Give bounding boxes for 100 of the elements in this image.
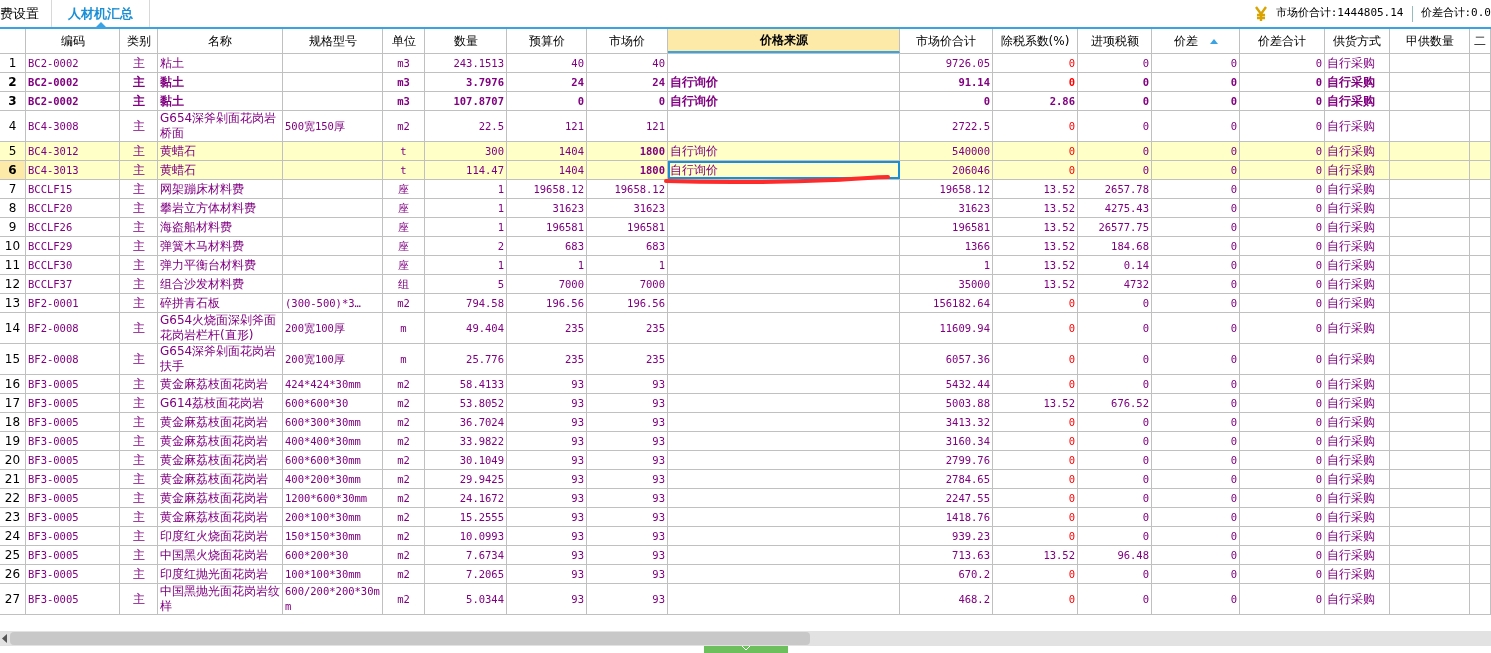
- market-total-cell: 713.63: [952, 547, 990, 563]
- table-row[interactable]: 18 BF3-0005 主 黄金麻荔枝面花岗岩 600*300*30mm m2 36.7024 93 93 3413.32 0 0 0 0 自行采购: [0, 413, 1491, 432]
- market-price-cell: 93: [652, 490, 665, 506]
- diff-total-cell: 0: [1315, 490, 1322, 506]
- category-cell: 主: [132, 118, 145, 134]
- category-cell: 主: [132, 320, 145, 336]
- table-row[interactable]: 23 BF3-0005 主 黄金麻荔枝面花岗岩 200*100*30mm m2 15.2555 93 93 1418.76 0 0 0 0 自行采购: [0, 508, 1491, 527]
- supply-cell: 自行采购: [1327, 320, 1375, 336]
- table-row[interactable]: 20 BF3-0005 主 黄金麻荔枝面花岗岩 600*600*30mm m2 30.1049 93 93 2799.76 0 0 0 0 自行采购: [0, 451, 1491, 470]
- table-row[interactable]: 2 BC2-0002 主 黏土 m3 3.7976 24 24 自行询价 91.14 0 0 0 0 自行采购: [0, 73, 1491, 92]
- scrollbar-thumb[interactable]: [10, 632, 810, 645]
- price-diff-cell: 0: [1230, 414, 1237, 430]
- input-tax-cell: 0: [1142, 376, 1149, 392]
- table-row[interactable]: 17 BF3-0005 主 G614荔枝面花岗岩 600*600*30 m2 53.8052 93 93 5003.88 13.52 676.52 0 0 自行采购: [0, 394, 1491, 413]
- code-cell: BF3-0005: [28, 566, 79, 582]
- name-cell: 黄金麻荔枝面花岗岩: [160, 452, 268, 468]
- name-cell: 黏土: [160, 93, 184, 109]
- price-diff-cell: 0: [1230, 351, 1237, 367]
- table-row[interactable]: 5 BC4-3012 主 黄蜡石 t 300 1404 1800 自行询价 540000 0 0 0 0 自行采购: [0, 142, 1491, 161]
- row-number: 24: [4, 528, 21, 544]
- tax-rate-cell: 0: [1068, 376, 1075, 392]
- table-row[interactable]: 1 BC2-0002 主 粘土 m3 243.1513 40 40 9726.05 0 0 0 0 自行采购: [0, 54, 1491, 73]
- table-row[interactable]: 21 BF3-0005 主 黄金麻荔枝面花岗岩 400*200*30mm m2 29.9425 93 93 2784.65 0 0 0 0 自行采购: [0, 470, 1491, 489]
- supply-cell: 自行采购: [1327, 452, 1375, 468]
- input-tax-cell: 0.14: [1123, 257, 1149, 273]
- quantity-cell: 53.8052: [459, 395, 504, 411]
- diff-total-cell: 0: [1315, 471, 1322, 487]
- table-row[interactable]: 10 BCCLF29 主 弹簧木马材料费 座 2 683 683 1366 13.52 184.68 0 0 自行采购: [0, 237, 1491, 256]
- name-cell-text: G654深斧剁面花岗岩扶手: [160, 344, 278, 374]
- market-total-cell: 2784.65: [945, 471, 990, 487]
- code-cell: BF3-0005: [28, 591, 79, 607]
- panel-toggle[interactable]: [703, 646, 788, 653]
- budget-price-cell: 1404: [558, 143, 584, 159]
- table-row[interactable]: 6 BC4-3013 主 黄蜡石 t 114.47 1404 1800 自行询价 206046 0 0 0 0 自行采购: [0, 161, 1491, 180]
- tax-rate-cell: 13.52: [1043, 238, 1075, 254]
- unit-cell: m2: [397, 509, 410, 525]
- price-diff-cell: 0: [1230, 238, 1237, 254]
- spec-cell: 500宽150厚: [285, 118, 345, 134]
- table-row[interactable]: 24 BF3-0005 主 印度红火烧面花岗岩 150*150*30mm m2 10.0993 93 93 939.23 0 0 0 0 自行采购: [0, 527, 1491, 546]
- input-tax-cell: 0: [1142, 566, 1149, 582]
- diff-total-cell: 0: [1315, 143, 1322, 159]
- code-cell: BC2-0002: [28, 74, 79, 90]
- diff-total-cell: 0: [1315, 452, 1322, 468]
- quantity-cell: 1: [497, 181, 504, 197]
- tab[interactable]: 人材机汇总: [51, 0, 150, 27]
- table-row[interactable]: 27 BF3-0005 主 中国黑抛光面花岗岩纹样 600/200*200*30mm m2 5.0344 93 93 468.2 0 0 0 0 自行采购: [0, 584, 1491, 615]
- budget-price-cell: 235: [565, 351, 584, 367]
- supply-cell: 自行采购: [1327, 490, 1375, 506]
- diff-total-cell: 0: [1315, 162, 1322, 178]
- name-cell: 黄金麻荔枝面花岗岩: [160, 414, 268, 430]
- table-row[interactable]: 26 BF3-0005 主 印度红抛光面花岗岩 100*100*30mm m2 7.2065 93 93 670.2 0 0 0 0 自行采购: [0, 565, 1491, 584]
- table-row[interactable]: 7 BCCLF15 主 网架蹦床材料费 座 1 19658.12 19658.12 19658.12 13.52 2657.78 0 0 自行采购: [0, 180, 1491, 199]
- table-row[interactable]: 11 BCCLF30 主 弹力平衡台材料费 座 1 1 1 1 13.52 0.14 0 0 自行采购: [0, 256, 1491, 275]
- market-price-cell: 93: [652, 509, 665, 525]
- category-cell: 主: [132, 414, 145, 430]
- column-header[interactable]: 价格来源: [668, 29, 900, 53]
- table-row[interactable]: 9 BCCLF26 主 海盗船材料费 座 1 196581 196581 196581 13.52 26577.75 0 0 自行采购: [0, 218, 1491, 237]
- market-total-cell: 206046: [952, 162, 990, 178]
- price-diff-cell: 0: [1230, 93, 1237, 109]
- market-total-cell: 31623: [958, 200, 990, 216]
- supply-cell: 自行采购: [1327, 395, 1375, 411]
- category-cell: 主: [132, 376, 145, 392]
- tax-rate-cell: 0: [1068, 295, 1075, 311]
- unit-cell: m2: [397, 452, 410, 468]
- table-row[interactable]: 12 BCCLF37 主 组合沙发材料费 组 5 7000 7000 35000 13.52 4732 0 0 自行采购: [0, 275, 1491, 294]
- market-total-cell: 35000: [958, 276, 990, 292]
- table-row[interactable]: 3 BC2-0002 主 黏土 m3 107.8707 0 0 自行询价 0 2.86 0 0 0 自行采购: [0, 92, 1491, 111]
- market-total-cell: 1366: [964, 238, 990, 254]
- unit-cell: m2: [397, 395, 410, 411]
- unit-cell: m2: [397, 414, 410, 430]
- budget-price-cell: 93: [571, 376, 584, 392]
- table-row[interactable]: 16 BF3-0005 主 黄金麻荔枝面花岗岩 424*424*30mm m2 58.4133 93 93 5432.44 0 0 0 0 自行采购: [0, 375, 1491, 394]
- input-tax-cell: 0: [1142, 295, 1149, 311]
- price-diff-summary: 价差合计:0.0: [1420, 5, 1491, 22]
- table-row[interactable]: 19 BF3-0005 主 黄金麻荔枝面花岗岩 400*400*30mm m2 33.9822 93 93 3160.34 0 0 0 0 自行采购: [0, 432, 1491, 451]
- price-diff-cell: 0: [1230, 257, 1237, 273]
- price-diff-cell: 0: [1230, 219, 1237, 235]
- name-cell: 碎拼青石板: [160, 295, 220, 311]
- code-cell: BC2-0002: [28, 55, 79, 71]
- name-cell-text: G654深斧剁面花岗岩桥面: [160, 111, 278, 141]
- row-number: 26: [4, 566, 21, 582]
- table-row[interactable]: 13 BF2-0001 主 碎拼青石板 (300-500)*3… m2 794.58 196.56 196.56 156182.64 0 0 0 0 自行采购: [0, 294, 1491, 313]
- row-number: 16: [4, 376, 21, 392]
- tax-rate-cell: 13.52: [1043, 181, 1075, 197]
- category-cell: 主: [132, 74, 145, 90]
- price-diff-cell: 0: [1230, 376, 1237, 392]
- table-row[interactable]: 22 BF3-0005 主 黄金麻荔枝面花岗岩 1200*600*30mm m2 24.1672 93 93 2247.55 0 0 0 0 自行采购: [0, 489, 1491, 508]
- name-cell: 攀岩立方体材料费: [160, 200, 256, 216]
- unit-cell: 座: [398, 219, 409, 235]
- table-row[interactable]: 8 BCCLF20 主 攀岩立方体材料费 座 1 31623 31623 31623 13.52 4275.43 0 0 自行采购: [0, 199, 1491, 218]
- code-cell: BF3-0005: [28, 414, 79, 430]
- tax-rate-cell: 0: [1068, 162, 1075, 178]
- category-cell: 主: [132, 181, 145, 197]
- market-price-cell: 24: [652, 74, 665, 90]
- budget-price-cell: 93: [571, 509, 584, 525]
- tax-rate-cell: 0: [1068, 452, 1075, 468]
- table-row[interactable]: 25 BF3-0005 主 中国黑火烧面花岗岩 600*200*30 m2 7.6734 93 93 713.63 13.52 96.48 0 0 自行采购: [0, 546, 1491, 565]
- price-diff-cell: 0: [1230, 528, 1237, 544]
- quantity-cell: 22.5: [478, 118, 504, 134]
- name-cell: 黄蜡石: [160, 162, 196, 178]
